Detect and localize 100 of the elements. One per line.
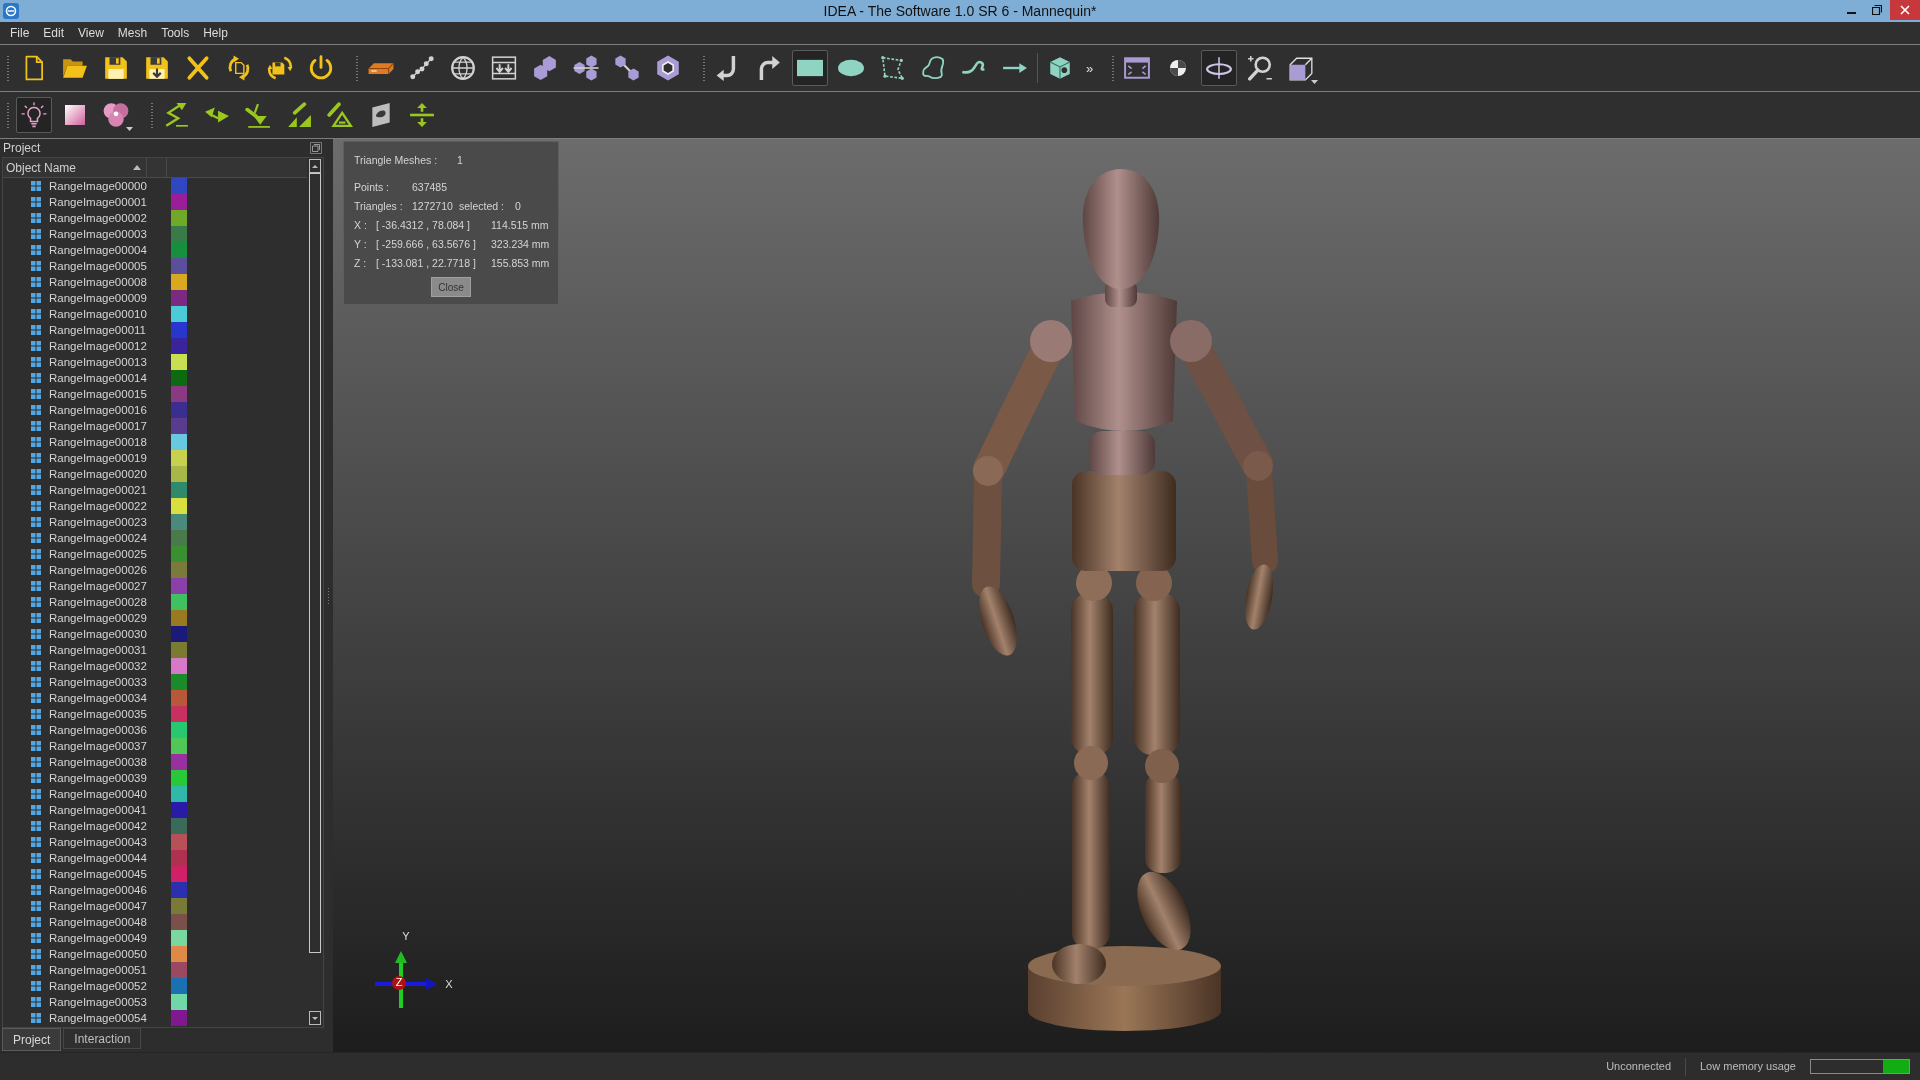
grid-icon	[31, 997, 41, 1007]
object-name[interactable]: RangeImage00041	[49, 802, 171, 818]
hexagon-icon	[655, 55, 681, 81]
object-name[interactable]: RangeImage00040	[49, 786, 171, 802]
object-name[interactable]: RangeImage00033	[49, 674, 171, 690]
overlapping-squares-icon	[310, 142, 322, 154]
object-name[interactable]: RangeImage00001	[49, 194, 171, 210]
info-value: 0	[515, 198, 521, 214]
object-name[interactable]: RangeImage00000	[49, 178, 171, 194]
close-panel-button[interactable]: Close	[431, 277, 471, 297]
toolbar-grip[interactable]	[6, 55, 10, 81]
grid-icon	[31, 341, 41, 351]
object-name[interactable]: RangeImage00037	[49, 738, 171, 754]
object-name[interactable]: RangeImage00039	[49, 770, 171, 786]
object-name[interactable]: RangeImage00044	[49, 850, 171, 866]
orbit-button[interactable]	[1201, 50, 1238, 86]
grid-icon	[31, 325, 41, 335]
object-name[interactable]: RangeImage00030	[49, 626, 171, 642]
object-name[interactable]: RangeImage00018	[49, 434, 171, 450]
menu-item[interactable]: File	[3, 24, 37, 42]
object-name[interactable]: RangeImage00020	[49, 466, 171, 482]
object-name[interactable]: RangeImage00052	[49, 978, 171, 994]
toolbar-grip[interactable]	[702, 55, 706, 81]
grid-icon	[31, 917, 41, 927]
object-name[interactable]: RangeImage00045	[49, 866, 171, 882]
grid-icon	[31, 197, 41, 207]
object-name[interactable]: RangeImage00027	[49, 578, 171, 594]
object-name[interactable]: RangeImage00038	[49, 754, 171, 770]
object-name[interactable]: RangeImage00048	[49, 914, 171, 930]
caret-up-icon	[312, 164, 318, 168]
object-name[interactable]: RangeImage00008	[49, 274, 171, 290]
grid-icon	[31, 933, 41, 943]
object-name[interactable]: RangeImage00029	[49, 610, 171, 626]
zigzag-arrow-icon	[163, 102, 189, 128]
object-name[interactable]: RangeImage00049	[49, 930, 171, 946]
object-name[interactable]: RangeImage00019	[49, 450, 171, 466]
object-name[interactable]: RangeImage00025	[49, 546, 171, 562]
object-name[interactable]: RangeImage00012	[49, 338, 171, 354]
object-name[interactable]: RangeImage00021	[49, 482, 171, 498]
panel-tab[interactable]: Interaction	[63, 1028, 142, 1049]
grid-icon	[31, 901, 41, 911]
object-name[interactable]: RangeImage00009	[49, 290, 171, 306]
menu-item[interactable]: Edit	[36, 24, 72, 42]
grid-icon	[31, 885, 41, 895]
object-name[interactable]: RangeImage00032	[49, 658, 171, 674]
freeform-shape-icon	[920, 55, 946, 81]
menu-item[interactable]: Tools	[154, 24, 197, 42]
object-name[interactable]: RangeImage00036	[49, 722, 171, 738]
object-name[interactable]: RangeImage00014	[49, 370, 171, 386]
object-name[interactable]: RangeImage00017	[49, 418, 171, 434]
grid-icon	[31, 837, 41, 847]
object-name[interactable]: RangeImage00023	[49, 514, 171, 530]
target-icon	[1170, 60, 1187, 76]
object-name[interactable]: RangeImage00046	[49, 882, 171, 898]
menu-item[interactable]: Help	[196, 24, 235, 42]
object-name[interactable]: RangeImage00024	[49, 530, 171, 546]
object-name[interactable]: RangeImage00050	[49, 946, 171, 962]
object-name[interactable]: RangeImage00015	[49, 386, 171, 402]
object-name[interactable]: RangeImage00054	[49, 1010, 171, 1026]
scroll-down-button[interactable]	[309, 1011, 321, 1025]
grid-icon	[31, 181, 41, 191]
object-name[interactable]: RangeImage00002	[49, 210, 171, 226]
object-name[interactable]: RangeImage00010	[49, 306, 171, 322]
toolbar-grip[interactable]	[6, 102, 10, 128]
object-name[interactable]: RangeImage00022	[49, 498, 171, 514]
toolbar-grip[interactable]	[150, 102, 154, 128]
object-name[interactable]: RangeImage00005	[49, 258, 171, 274]
splitter-handle[interactable]	[327, 586, 330, 605]
menu-item[interactable]: View	[71, 24, 111, 42]
float-panel-button[interactable]	[310, 142, 322, 154]
object-name[interactable]: RangeImage00026	[49, 562, 171, 578]
object-name[interactable]: RangeImage00016	[49, 402, 171, 418]
object-name[interactable]: RangeImage00028	[49, 594, 171, 610]
object-name[interactable]: RangeImage00031	[49, 642, 171, 658]
toolbar-grip[interactable]	[355, 55, 359, 81]
object-name[interactable]: RangeImage00035	[49, 706, 171, 722]
hexagons-line-icon	[573, 55, 599, 81]
more-tools-button[interactable]: »	[1084, 61, 1096, 75]
object-name[interactable]: RangeImage00004	[49, 242, 171, 258]
object-name[interactable]: RangeImage00047	[49, 898, 171, 914]
object-name[interactable]: RangeImage00013	[49, 354, 171, 370]
extent-range: [ -133.081 , 22.7718 ]	[376, 255, 477, 271]
object-name[interactable]: RangeImage00034	[49, 690, 171, 706]
object-name[interactable]: RangeImage00003	[49, 226, 171, 242]
object-name[interactable]: RangeImage00011	[49, 322, 171, 338]
grid-icon	[31, 501, 41, 511]
object-name[interactable]: RangeImage00042	[49, 818, 171, 834]
object-name[interactable]: RangeImage00053	[49, 994, 171, 1010]
grid-icon	[31, 437, 41, 447]
menu-item[interactable]: Mesh	[110, 24, 155, 42]
object-name[interactable]: RangeImage00051	[49, 962, 171, 978]
object-name[interactable]: RangeImage00043	[49, 834, 171, 850]
window-title: IDEA - The Software 1.0 SR 6 - Mannequin*	[823, 1, 1097, 21]
lighting-button[interactable]	[16, 97, 52, 133]
toolbar-button[interactable]	[792, 50, 828, 86]
panel-tab[interactable]: Project	[2, 1028, 62, 1051]
scrollbar-thumb[interactable]	[309, 173, 321, 953]
close-button[interactable]	[1890, 0, 1920, 20]
grid-icon	[31, 405, 41, 415]
scroll-up-button[interactable]	[309, 159, 321, 173]
